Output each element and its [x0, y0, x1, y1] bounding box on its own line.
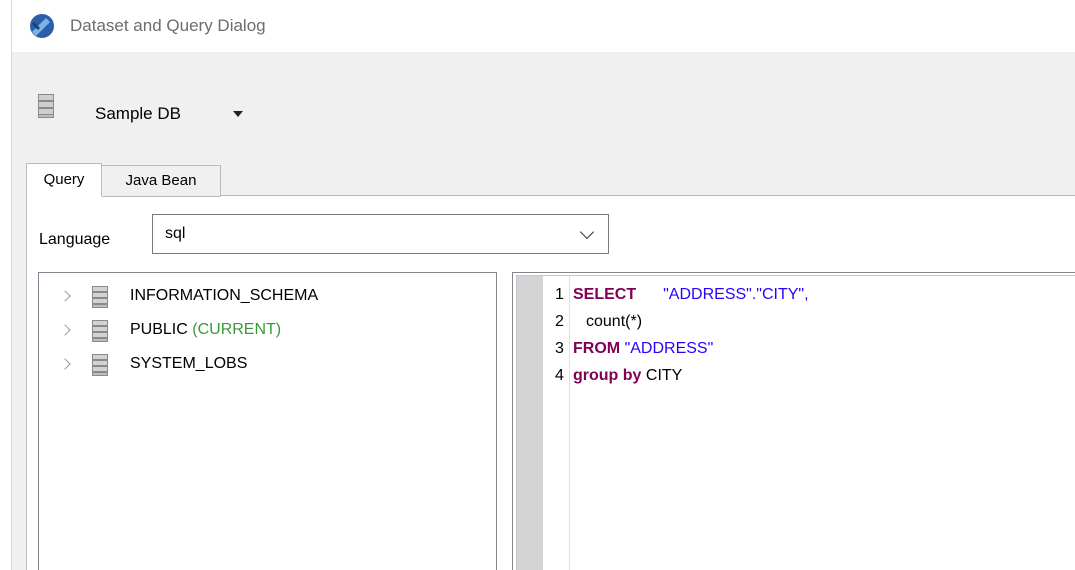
tree-item-label: SYSTEM_LOBS: [130, 355, 248, 372]
chevron-down-icon: [579, 224, 595, 240]
datasource-name[interactable]: Sample DB: [95, 104, 181, 124]
code-line[interactable]: SELECT "ADDRESS"."CITY",: [573, 286, 809, 309]
sql-string: "ADDRESS"."CITY",: [663, 286, 809, 303]
code-line[interactable]: FROM "ADDRESS": [573, 340, 713, 363]
tab-java-bean[interactable]: Java Bean: [102, 165, 221, 197]
tree-item-label: PUBLIC: [130, 321, 188, 338]
database-icon: [92, 286, 108, 308]
eclipse-birt-icon: [30, 14, 54, 38]
chevron-right-icon[interactable]: [59, 324, 71, 336]
chevron-right-icon[interactable]: [59, 290, 71, 302]
sql-keyword: group by: [573, 367, 642, 384]
window-title: Dataset and Query Dialog: [70, 16, 266, 35]
line-gutter-separator: [569, 276, 570, 570]
language-value: sql: [165, 225, 186, 242]
editor-ruler: [517, 276, 543, 570]
tree-item-public[interactable]: PUBLIC (CURRENT): [39, 317, 479, 345]
current-schema-marker: (CURRENT): [192, 321, 282, 338]
tree-item-label: INFORMATION_SCHEMA: [130, 287, 319, 304]
database-icon: [38, 94, 54, 118]
line-number: 3: [555, 340, 564, 357]
tree-item-system-lobs[interactable]: SYSTEM_LOBS: [39, 351, 479, 379]
chevron-down-icon[interactable]: [233, 111, 243, 117]
sql-text: CITY: [645, 367, 683, 384]
code-line[interactable]: count(*): [586, 313, 642, 336]
sql-string: "ADDRESS": [624, 340, 714, 357]
tree-item-label-group: PUBLIC (CURRENT): [130, 321, 281, 339]
tab-query[interactable]: Query: [26, 163, 102, 197]
sql-text: count(*): [586, 313, 643, 330]
code-line[interactable]: group by CITY: [573, 367, 682, 390]
sql-keyword: SELECT: [573, 286, 637, 303]
language-select[interactable]: sql: [152, 214, 609, 254]
language-label: Language: [39, 231, 111, 248]
chevron-right-icon[interactable]: [59, 358, 71, 370]
database-icon: [92, 320, 108, 342]
tree-item-information-schema[interactable]: INFORMATION_SCHEMA: [39, 283, 479, 311]
schema-tree[interactable]: INFORMATION_SCHEMA PUBLIC (CURRENT) SYST…: [38, 272, 497, 570]
window-left-edge: [0, 0, 11, 570]
line-number: 4: [555, 367, 564, 384]
line-number: 2: [555, 313, 564, 330]
line-number: 1: [555, 286, 564, 303]
sql-keyword: FROM: [573, 340, 621, 357]
database-icon: [92, 354, 108, 376]
